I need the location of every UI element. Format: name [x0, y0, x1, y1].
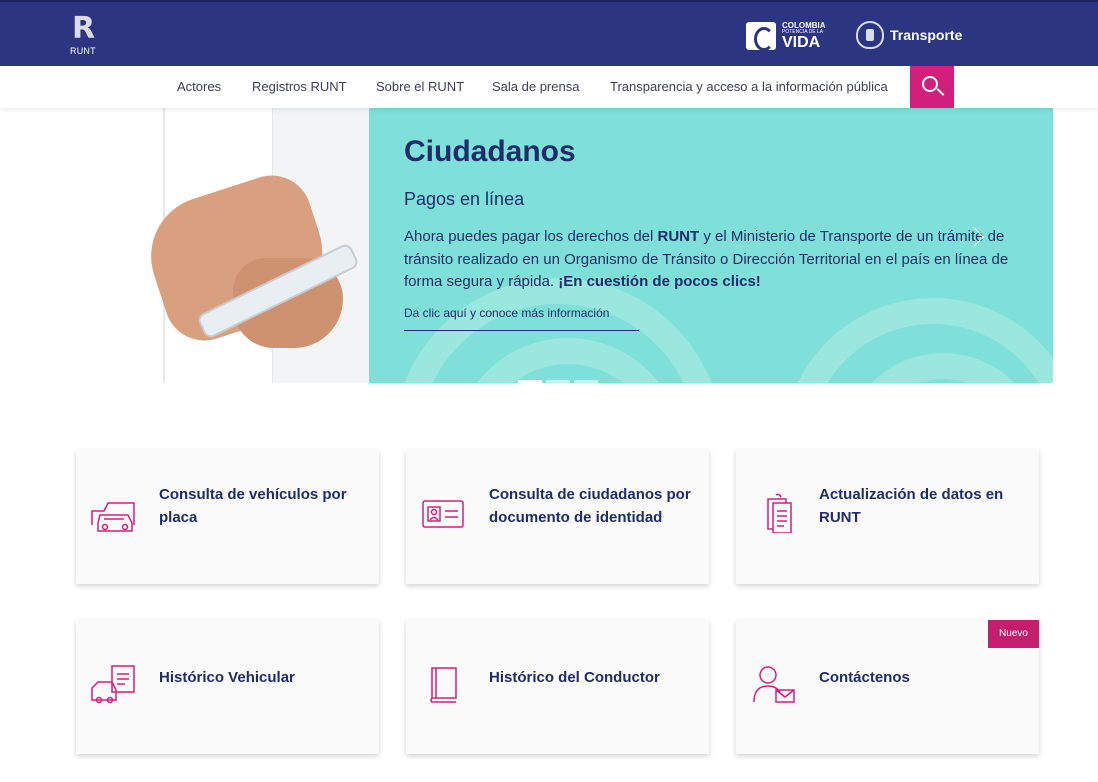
nav-item-sala-de-prensa[interactable]: Sala de prensa: [492, 79, 579, 95]
hero-more-info-link[interactable]: Da clic aquí y conoce más información: [404, 305, 639, 331]
hero-carousel: Ciudadanos Pagos en línea Ahora puedes p…: [63, 108, 1053, 383]
card-label: Consulta de ciudadanos por documento de …: [489, 486, 691, 526]
nav-item-registros-runt[interactable]: Registros RUNT: [252, 79, 347, 95]
hero-text: Ahora puedes pagar los derechos del: [404, 228, 658, 245]
carousel-indicator[interactable]: [518, 380, 542, 383]
hero-text-bold: RUNT: [657, 228, 700, 245]
card-actualizacion-datos[interactable]: Actualización de datos en RUNT: [736, 450, 1039, 584]
nav-item-actores[interactable]: Actores: [177, 79, 221, 95]
coat-of-arms-icon: [856, 21, 884, 49]
runt-logo[interactable]: R RUNT: [70, 14, 100, 58]
main-nav: Actores Registros RUNT Sobre el RUNT Sal…: [0, 66, 1098, 108]
ministry-label: Transporte: [890, 27, 963, 43]
top-header: R RUNT COLOMBIA POTENCIA DE LA VIDA Tran…: [0, 0, 1098, 66]
id-card-icon: [422, 500, 464, 528]
hero-image: [63, 108, 369, 383]
card-label: Actualización de datos en RUNT: [819, 486, 1004, 526]
nav-item-sobre-el-runt[interactable]: Sobre el RUNT: [376, 79, 464, 95]
colombia-logo-line3: VIDA: [782, 34, 821, 51]
hero-subtitle: Pagos en línea: [404, 189, 525, 209]
search-button[interactable]: [910, 66, 954, 108]
card-consulta-vehiculos[interactable]: Consulta de vehículos por placa: [76, 450, 379, 584]
colombia-potencia-logo[interactable]: COLOMBIA POTENCIA DE LA VIDA: [746, 20, 828, 52]
card-label: Contáctenos: [819, 669, 910, 686]
card-historico-vehicular[interactable]: Histórico Vehicular: [76, 620, 379, 754]
card-label: Histórico Vehicular: [159, 669, 295, 686]
card-consulta-ciudadanos[interactable]: Consulta de ciudadanos por documento de …: [406, 450, 709, 584]
car-icon: [91, 502, 135, 532]
nav-item-transparencia[interactable]: Transparencia y acceso a la información …: [610, 79, 888, 95]
card-historico-conductor[interactable]: Histórico del Conductor: [406, 620, 709, 754]
hero-title: Ciudadanos: [404, 135, 576, 168]
search-icon: [922, 76, 938, 92]
carousel-indicator[interactable]: [546, 380, 570, 383]
search-icon-handle: [936, 88, 945, 96]
colombia-logo-icon: [746, 22, 776, 51]
hero-description: Ahora puedes pagar los derechos del RUNT…: [404, 226, 1024, 294]
carousel-indicator[interactable]: [574, 380, 598, 383]
vehicle-history-icon: [91, 665, 135, 704]
hero-text-bold: ¡En cuestión de pocos clics!: [558, 273, 761, 290]
document-update-icon: [767, 493, 792, 533]
new-badge: Nuevo: [988, 620, 1039, 648]
book-icon: [430, 667, 457, 703]
card-label: Consulta de vehículos por placa: [159, 486, 347, 526]
runt-logo-mark: R: [72, 11, 96, 46]
contact-icon: [753, 666, 795, 703]
runt-logo-text: RUNT: [70, 46, 96, 56]
card-label: Histórico del Conductor: [489, 669, 660, 686]
